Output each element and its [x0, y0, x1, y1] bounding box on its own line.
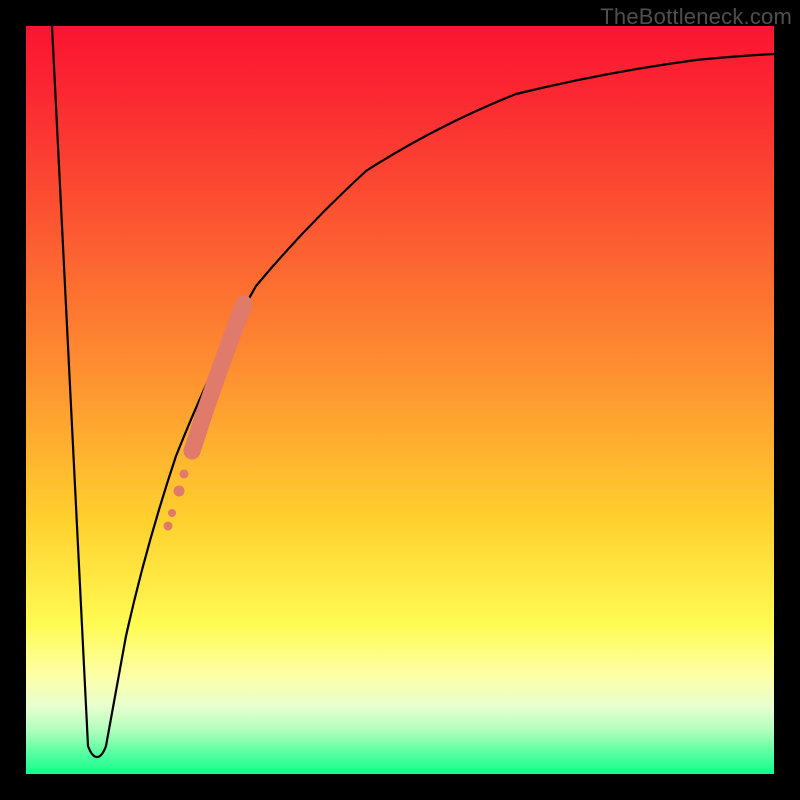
- highlight-stroke: [192, 304, 244, 451]
- chart-svg: [26, 26, 774, 774]
- highlight-dot: [164, 522, 173, 531]
- plot-area: [26, 26, 774, 774]
- highlight-dot: [174, 486, 185, 497]
- main-curve-path: [52, 26, 774, 757]
- chart-frame: TheBottleneck.com: [0, 0, 800, 800]
- highlight-dot: [180, 470, 189, 479]
- watermark-text: TheBottleneck.com: [600, 4, 792, 30]
- highlight-dot: [168, 509, 176, 517]
